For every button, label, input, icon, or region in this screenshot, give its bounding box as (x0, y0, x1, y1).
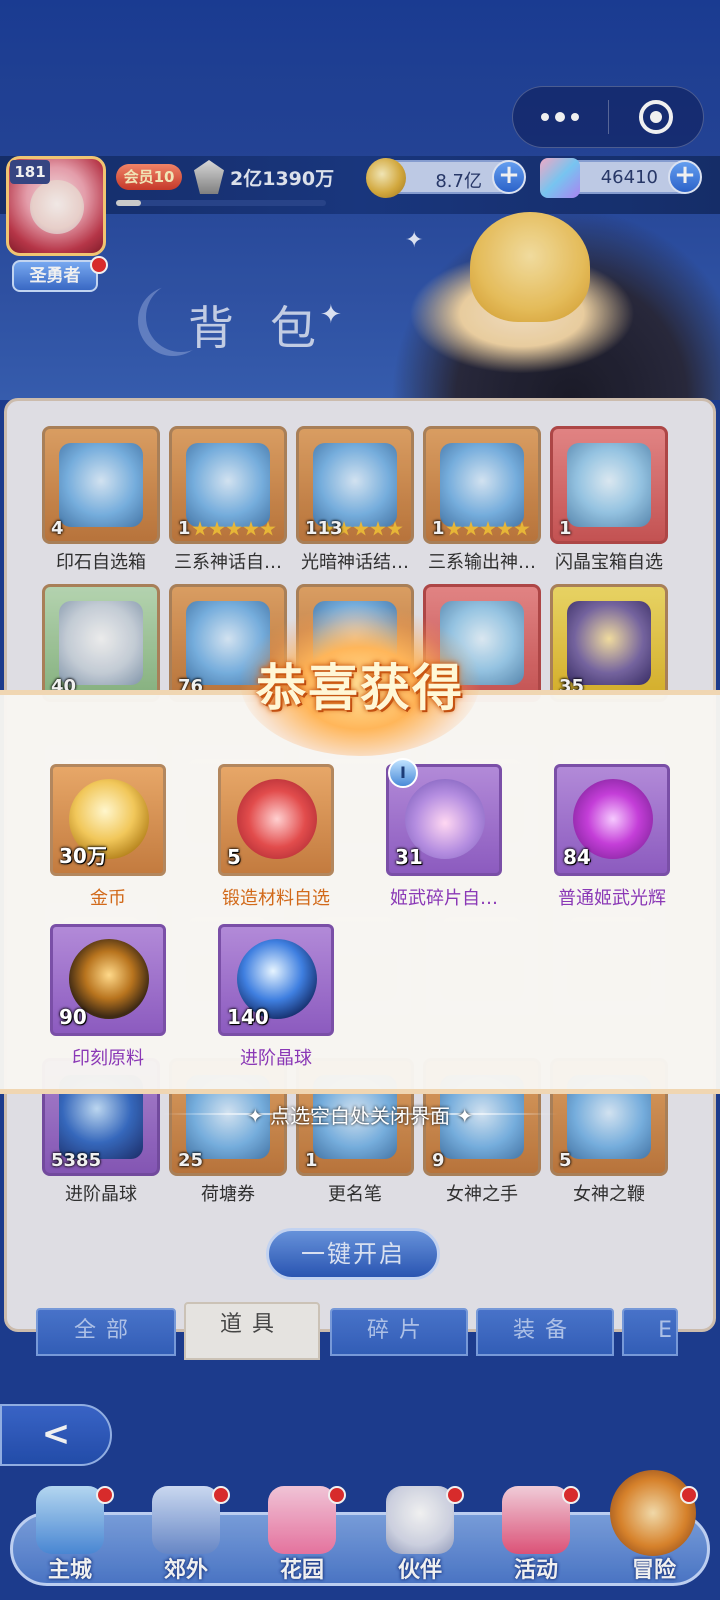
close-hint-text: 点选空白处关闭界面 (270, 1104, 450, 1128)
sparkle-icon: ✦ (456, 1104, 474, 1128)
reward-quantity: 140 (227, 1005, 269, 1029)
reward-quantity: 31 (395, 845, 423, 869)
reward-slot[interactable]: 30万 (50, 764, 166, 876)
reward-name: 姬武碎片自… (390, 888, 498, 909)
reward-title: 恭喜获得 (256, 658, 464, 717)
reward-slot[interactable]: 84 (554, 764, 670, 876)
forge-chest-icon (237, 779, 317, 859)
reward-slot[interactable]: 90 (50, 924, 166, 1036)
sparkle-icon: ✦ (246, 1104, 264, 1128)
reward-quantity: 90 (59, 1005, 87, 1029)
reward-slot[interactable]: 140 (218, 924, 334, 1036)
reward-name: 进阶晶球 (240, 1048, 312, 1069)
reward-name: 印刻原料 (72, 1048, 144, 1069)
reward-slot[interactable]: 5 (218, 764, 334, 876)
reward-name: 金币 (90, 888, 126, 909)
close-hint[interactable]: ✦ 点选空白处关闭界面 ✦ (0, 1100, 720, 1129)
reward-name: 锻造材料自选 (222, 888, 330, 909)
reward-quantity: 30万 (59, 844, 107, 868)
reward-quantity: 5 (227, 845, 241, 869)
reward-name: 普通姬武光辉 (558, 888, 666, 909)
reward-quantity: 84 (563, 845, 591, 869)
rank-badge: I (388, 758, 418, 788)
